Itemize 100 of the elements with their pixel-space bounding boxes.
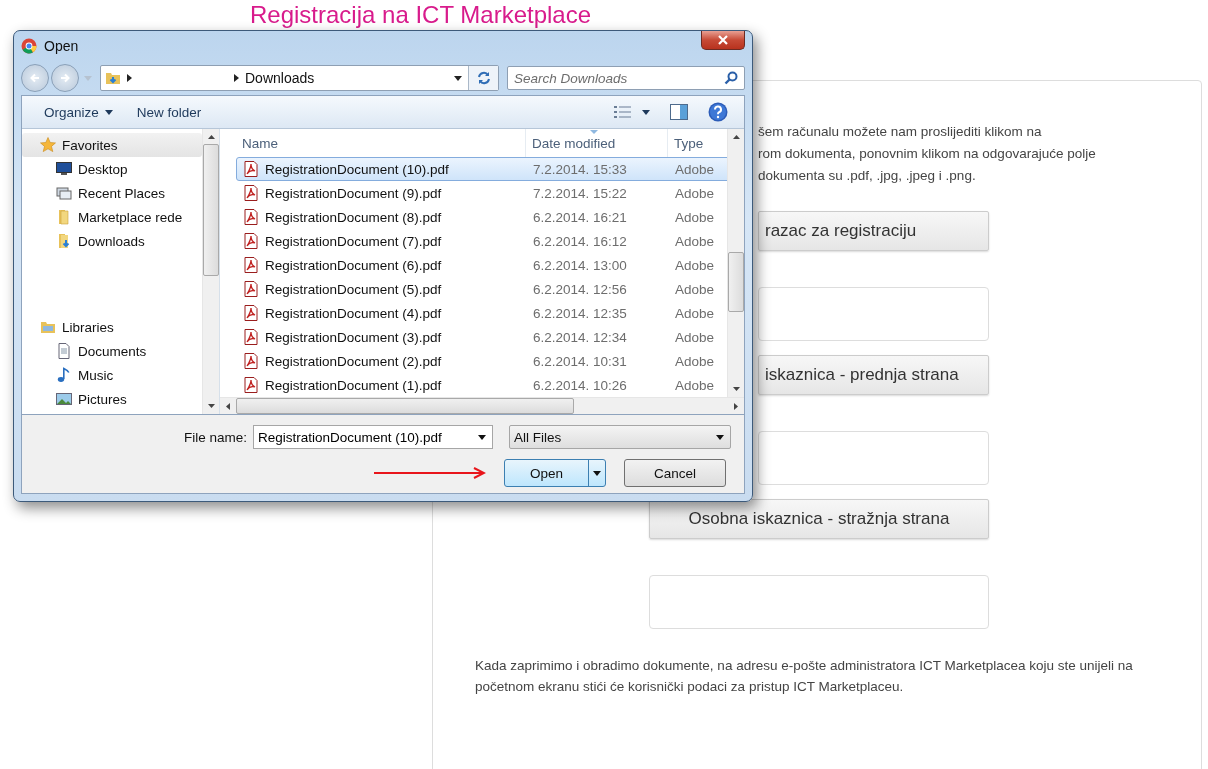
toolbar-button[interactable]: New folder	[126, 100, 212, 124]
upload-field[interactable]	[649, 575, 989, 629]
caret-icon	[593, 470, 601, 476]
forward-arrow-icon	[59, 72, 71, 84]
cancel-button[interactable]: Cancel	[624, 459, 726, 487]
file-row[interactable]: RegistrationDocument (8).pdf 6.2.2014. 16:21 Adobe	[236, 205, 727, 229]
date-cell-text: 7.2.2014. 15:22	[532, 185, 628, 201]
breadcrumb-item[interactable]: Downloads	[245, 70, 315, 86]
back-arrow-icon	[29, 72, 41, 84]
type-cell-text: Adobe	[674, 329, 716, 345]
file-name: RegistrationDocument (3).pdf	[265, 329, 442, 345]
intro-text: šem računalu možete nam proslijediti klikom na	[758, 123, 1043, 141]
date-cell-text: 6.2.2014. 12:35	[532, 305, 628, 321]
document-icon	[56, 343, 72, 359]
date-cell-text: 6.2.2014. 13:00	[532, 257, 628, 273]
scrollbar-thumb[interactable]	[203, 144, 219, 276]
file-row[interactable]: RegistrationDocument (2).pdf 6.2.2014. 10:31 Adobe	[236, 349, 727, 373]
file-row[interactable]: RegistrationDocument (6).pdf 6.2.2014. 13:00 Adobe	[236, 253, 727, 277]
search-icon	[724, 71, 738, 85]
file-row[interactable]: RegistrationDocument (1).pdf 6.2.2014. 10:26 Adobe	[236, 373, 727, 397]
scrollbar[interactable]	[202, 129, 219, 414]
upload-field[interactable]	[758, 287, 989, 341]
file-name: RegistrationDocument (2).pdf	[265, 353, 442, 369]
pdf-file-icon	[243, 353, 259, 369]
recent-caret-icon	[84, 75, 92, 81]
date-cell-text: 6.2.2014. 10:31	[532, 353, 628, 369]
type-cell-text: Adobe	[674, 257, 716, 273]
pdf-file-icon	[243, 161, 259, 177]
back-button[interactable]	[21, 64, 49, 92]
navigation-item[interactable]: Documents	[22, 339, 202, 363]
file-name: RegistrationDocument (9).pdf	[265, 185, 442, 201]
intro-text: dokumenta su .pdf, .jpg, .jpeg i .png.	[758, 167, 977, 185]
date-cell-text: 6.2.2014. 16:21	[532, 209, 628, 225]
scrollbar-thumb[interactable]	[236, 398, 574, 414]
dropdown-caret-icon	[716, 434, 725, 440]
recent-places-icon	[56, 185, 72, 201]
navigation-item[interactable]: Recent Places	[22, 181, 202, 205]
date-cell-text: 6.2.2014. 12:34	[532, 329, 628, 345]
scroll-down-arrow-icon	[207, 404, 215, 408]
forward-button[interactable]	[51, 64, 79, 92]
scrollbar[interactable]	[727, 129, 744, 397]
navigation-group[interactable]: Libraries	[22, 315, 202, 339]
address-bar[interactable]: Downloads	[100, 65, 499, 91]
pdf-file-icon	[243, 209, 259, 225]
file-row[interactable]: RegistrationDocument (4).pdf 6.2.2014. 12:35 Adobe	[236, 301, 727, 325]
file-name-field[interactable]: RegistrationDocument (10).pdf	[253, 425, 494, 449]
breadcrumb-arrow-icon	[127, 74, 132, 82]
caret-icon	[642, 109, 650, 115]
file-name: RegistrationDocument (4).pdf	[265, 305, 442, 321]
file-name: RegistrationDocument (6).pdf	[265, 257, 442, 273]
upload-field[interactable]	[758, 431, 989, 485]
upload-button[interactable]: iskaznica - prednja strana	[758, 355, 989, 395]
navigation-item[interactable]: Music	[22, 363, 202, 387]
type-cell-text: Adobe	[674, 161, 716, 177]
file-name: RegistrationDocument (7).pdf	[265, 233, 442, 249]
libraries-icon	[40, 319, 56, 335]
refresh-button[interactable]	[468, 66, 498, 90]
file-name: RegistrationDocument (8).pdf	[265, 209, 442, 225]
file-row[interactable]: RegistrationDocument (3).pdf 6.2.2014. 12:34 Adobe	[236, 325, 727, 349]
open-button[interactable]: Open	[504, 459, 606, 487]
dropdown-caret-icon	[478, 435, 487, 440]
search-field[interactable]: Search Downloads	[507, 66, 745, 90]
preview-pane-icon	[670, 104, 688, 120]
navigation-item[interactable]: Desktop	[22, 157, 202, 181]
intro-text: rom dokumenta, ponovnim klikom na odgovarajuće polje	[758, 145, 1097, 163]
navigation-item[interactable]: Marketplace rede	[22, 205, 202, 229]
pdf-file-icon	[243, 305, 259, 321]
downloads-folder-icon	[56, 233, 72, 249]
pdf-file-icon	[243, 233, 259, 249]
pdf-file-icon	[243, 185, 259, 201]
upload-button[interactable]: razac za registraciju	[758, 211, 989, 251]
file-row[interactable]: RegistrationDocument (10).pdf 7.2.2014. 15:33 Adobe	[236, 157, 727, 181]
close-button[interactable]	[701, 31, 745, 50]
toolbar-button[interactable]: Organize	[34, 100, 123, 124]
type-cell-text: Adobe	[674, 281, 716, 297]
file-row[interactable]: RegistrationDocument (9).pdf 7.2.2014. 15:22 Adobe	[236, 181, 727, 205]
scrollbar[interactable]	[220, 397, 744, 414]
navigation-item[interactable]: Pictures	[22, 387, 202, 411]
help-icon	[708, 102, 728, 122]
file-row[interactable]: RegistrationDocument (7).pdf 6.2.2014. 16:12 Adobe	[236, 229, 727, 253]
pdf-file-icon	[243, 377, 259, 393]
window-title: Open	[44, 38, 79, 54]
navigation-group[interactable]: Favorites	[22, 133, 202, 157]
dropdown-caret-icon	[454, 75, 462, 81]
browser-icon	[21, 38, 37, 54]
type-cell-text: Adobe	[674, 233, 716, 249]
file-name-label: File name:	[184, 429, 248, 445]
folder-icon	[56, 209, 72, 225]
navigation-item[interactable]: Downloads	[22, 229, 202, 253]
file-row[interactable]: RegistrationDocument (5).pdf 6.2.2014. 12:56 Adobe	[236, 277, 727, 301]
page-title: Registracija na ICT Marketplace	[250, 2, 592, 28]
upload-button[interactable]: Osobna iskaznica - stražnja strana	[649, 499, 989, 539]
star-icon	[40, 137, 56, 153]
type-cell-text: Adobe	[674, 305, 716, 321]
caret-icon	[104, 109, 113, 115]
file-name: RegistrationDocument (5).pdf	[265, 281, 442, 297]
breadcrumb-arrow-icon	[234, 74, 239, 82]
close-icon	[718, 35, 728, 45]
file-type-dropdown[interactable]: All Files	[509, 425, 732, 449]
scrollbar-thumb[interactable]	[728, 252, 744, 312]
